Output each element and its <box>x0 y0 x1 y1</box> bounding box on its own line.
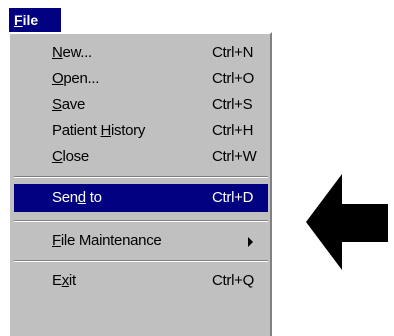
menu-item-close[interactable]: Close Ctrl+W <box>14 144 268 170</box>
label-prefix: Patient <box>52 122 101 139</box>
menu-item-shortcut: Ctrl+W <box>212 148 257 165</box>
menu-item-label: Send to <box>52 189 102 206</box>
label-suffix: istory <box>111 122 146 139</box>
menu-separator <box>14 260 268 262</box>
menu-item-file-maintenance[interactable]: File Maintenance <box>14 228 268 254</box>
file-menu-dropdown: New... Ctrl+N Open... Ctrl+O Save Ctrl+S… <box>8 32 272 336</box>
label-mnemonic: N <box>52 44 63 61</box>
label-suffix: ew... <box>62 44 93 61</box>
label-suffix: it <box>68 272 76 289</box>
label-suffix: ile Maintenance <box>60 232 162 249</box>
label-mnemonic: O <box>52 70 64 87</box>
menu-item-new[interactable]: New... Ctrl+N <box>14 40 268 66</box>
label-mnemonic: x <box>61 272 70 289</box>
label-prefix: Sen <box>52 189 78 206</box>
file-menu-mnemonic: F <box>14 12 23 28</box>
menu-item-shortcut: Ctrl+S <box>212 96 253 113</box>
menu-item-exit[interactable]: Exit Ctrl+Q <box>14 268 268 294</box>
menu-item-label: Save <box>52 96 85 113</box>
file-menu-title[interactable]: File <box>9 8 61 32</box>
label-suffix: to <box>85 189 102 206</box>
label-suffix: pen... <box>63 70 100 87</box>
menu-item-label: New... <box>52 44 92 61</box>
label-prefix: E <box>52 272 62 289</box>
label-mnemonic: F <box>52 232 61 249</box>
label-mnemonic: H <box>100 122 112 139</box>
label-suffix: ave <box>61 96 86 113</box>
menu-item-shortcut: Ctrl+H <box>212 122 254 139</box>
menu-item-shortcut: Ctrl+Q <box>212 272 254 289</box>
menu-item-save[interactable]: Save Ctrl+S <box>14 92 268 118</box>
file-menu-label: ile <box>22 12 39 28</box>
menu-separator <box>14 176 268 178</box>
menu-item-shortcut: Ctrl+D <box>212 189 254 206</box>
menu-item-shortcut: Ctrl+O <box>212 70 254 87</box>
menu-item-shortcut: Ctrl+N <box>212 44 254 61</box>
menu-item-label: Patient History <box>52 122 145 139</box>
menu-item-send-to[interactable]: Send to Ctrl+D <box>14 184 268 212</box>
label-suffix: lose <box>62 148 90 165</box>
menu-item-open[interactable]: Open... Ctrl+O <box>14 66 268 92</box>
label-mnemonic: S <box>52 96 62 113</box>
menu-item-label: File Maintenance <box>52 232 162 249</box>
menu-item-label: Exit <box>52 272 76 289</box>
menu-item-label: Open... <box>52 70 99 87</box>
label-mnemonic: d <box>77 189 86 206</box>
left-arrow-icon <box>306 174 388 270</box>
menu-item-patient-history[interactable]: Patient History Ctrl+H <box>14 118 268 144</box>
menu-separator <box>14 220 268 222</box>
menu-item-label: Close <box>52 148 89 165</box>
triangle-right-icon <box>248 237 253 247</box>
label-mnemonic: C <box>52 148 63 165</box>
